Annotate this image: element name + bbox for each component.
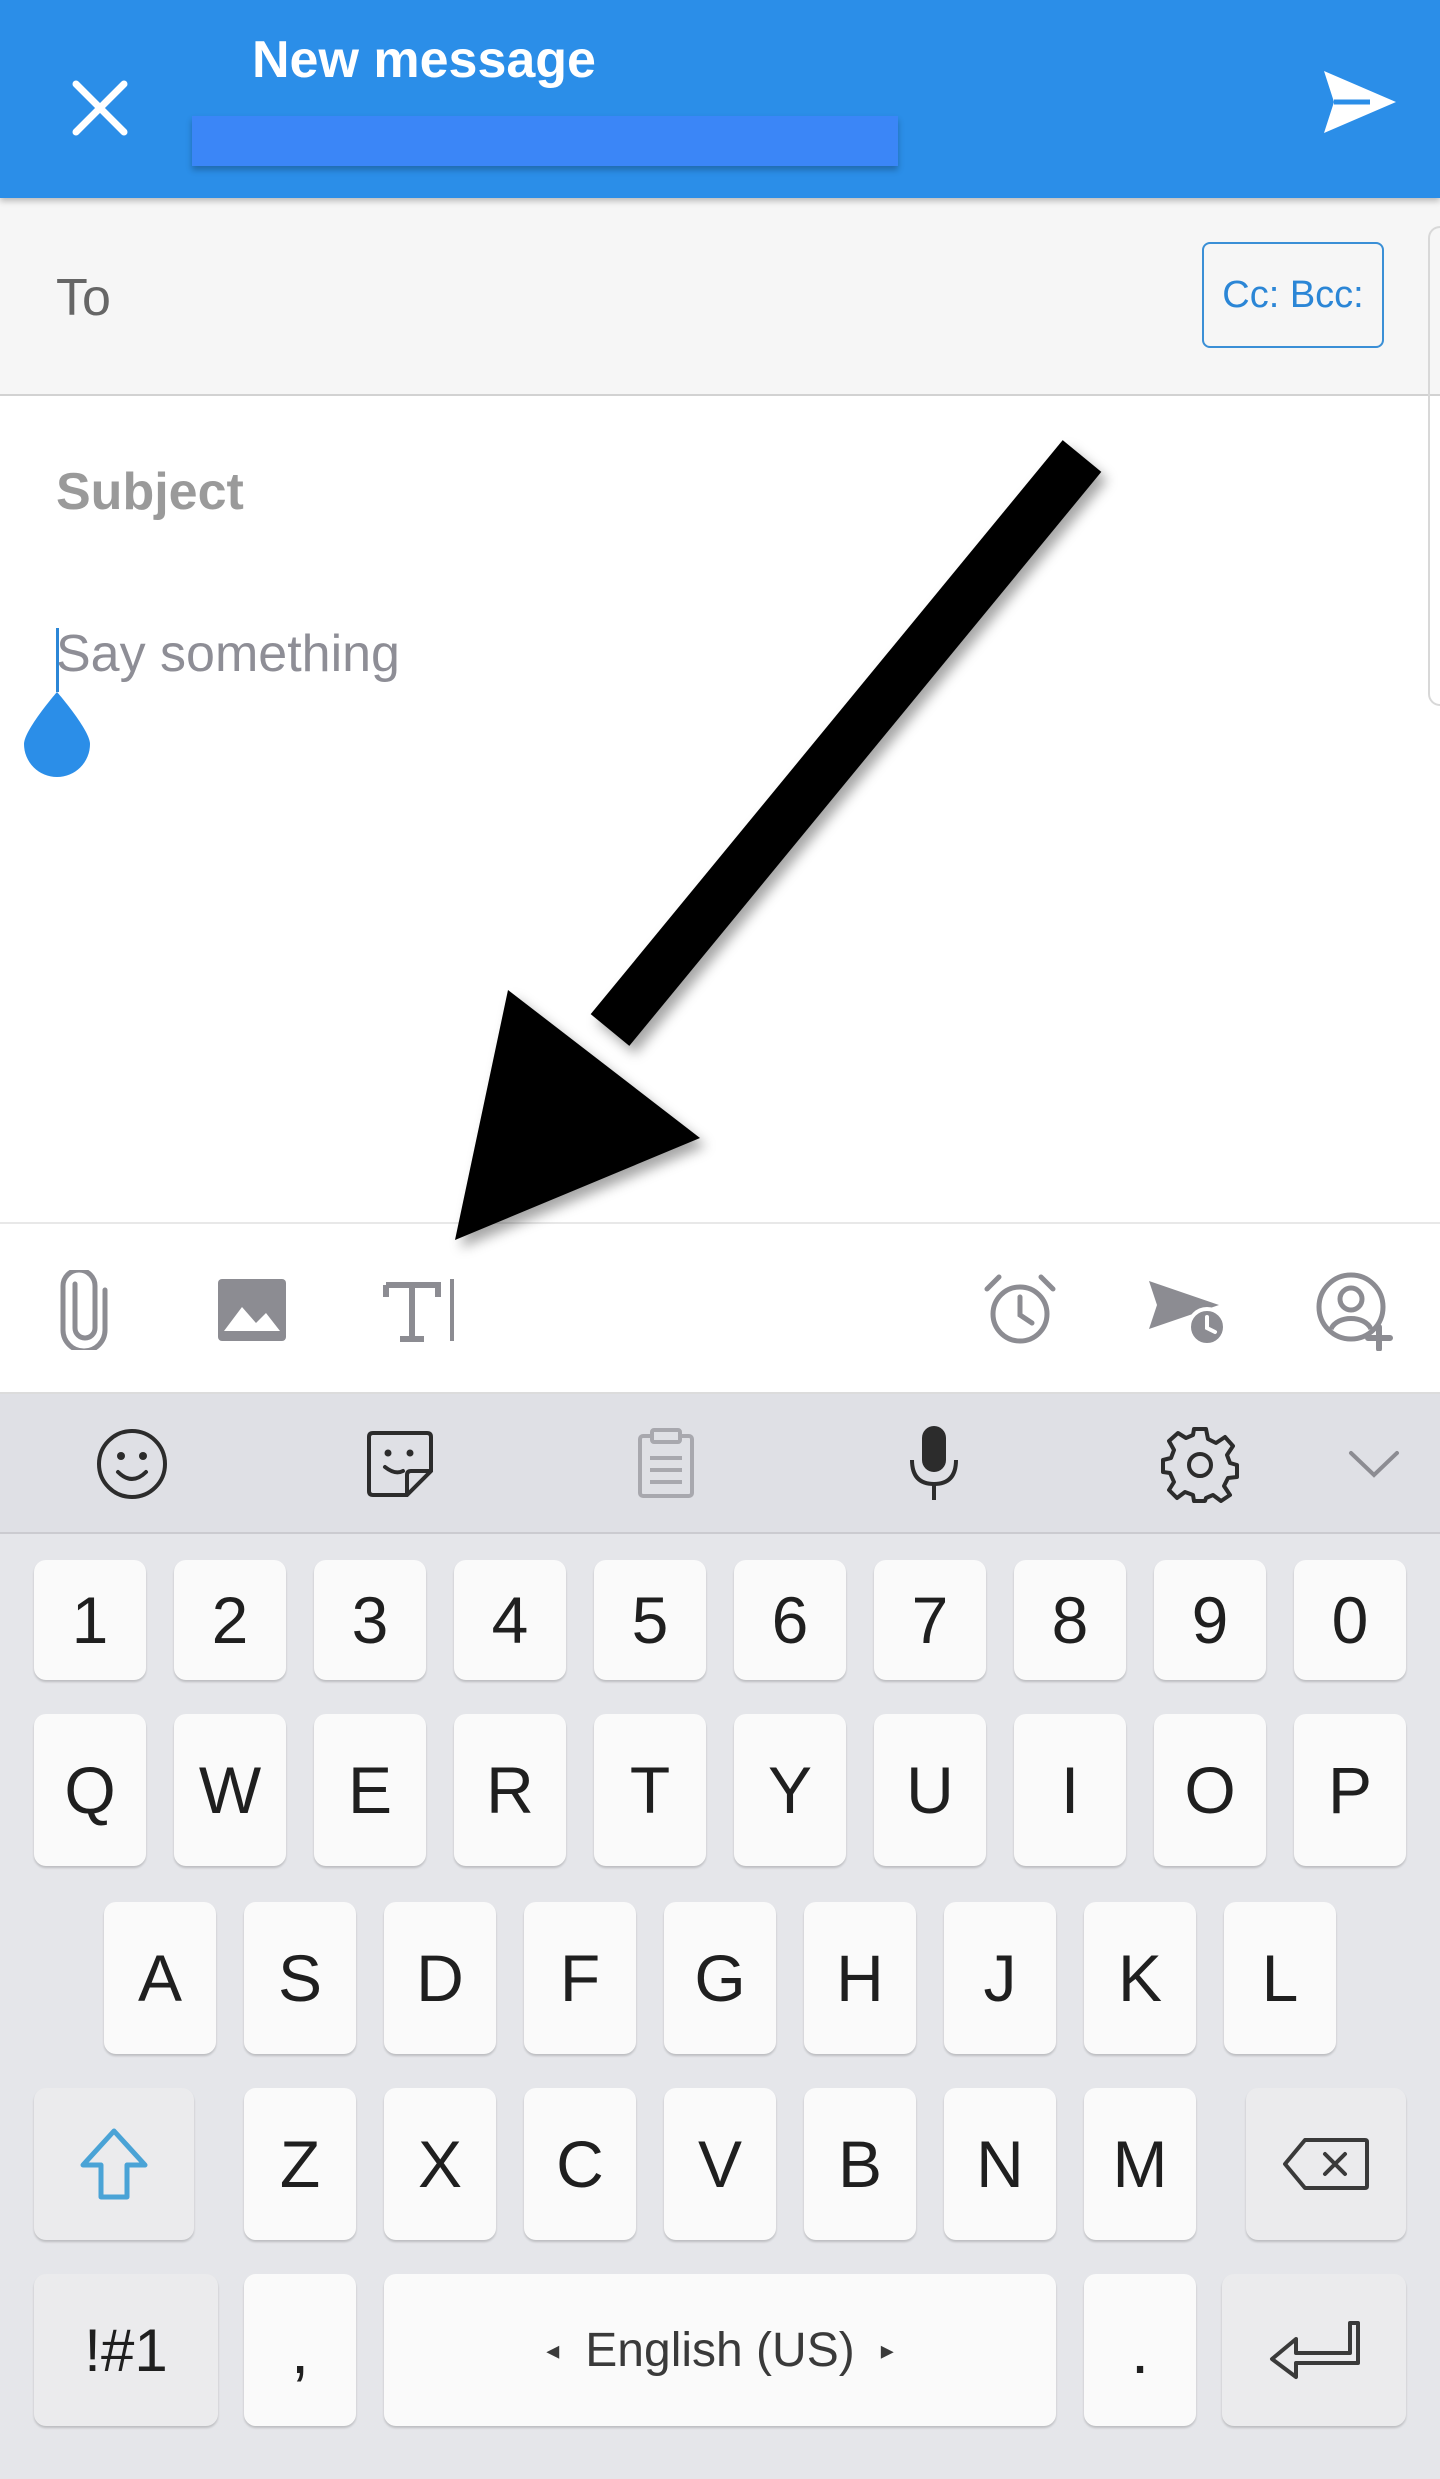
language-right-icon: ▸	[880, 2334, 894, 2365]
key-j[interactable]: J	[944, 1902, 1056, 2054]
paperclip-icon	[60, 1270, 108, 1350]
language-left-icon: ◂	[546, 2334, 560, 2365]
hide-keyboard-button[interactable]	[1314, 1408, 1434, 1520]
insert-image-button[interactable]	[188, 1246, 316, 1374]
comma-key[interactable]: ,	[244, 2274, 356, 2426]
microphone-icon	[910, 1426, 958, 1500]
key-v[interactable]: V	[664, 2088, 776, 2240]
to-label: To	[56, 269, 111, 327]
key-t[interactable]: T	[594, 1714, 706, 1866]
symbols-key[interactable]: !#1	[34, 2274, 218, 2426]
key-n[interactable]: N	[944, 2088, 1056, 2240]
key-0[interactable]: 0	[1294, 1560, 1406, 1680]
key-i[interactable]: I	[1014, 1714, 1126, 1866]
close-icon	[72, 80, 128, 136]
text-format-button[interactable]	[356, 1246, 484, 1374]
shift-arrow-icon	[80, 2128, 148, 2200]
key-2[interactable]: 2	[174, 1560, 286, 1680]
key-4[interactable]: 4	[454, 1560, 566, 1680]
compose-toolbar	[0, 1222, 1440, 1394]
clipboard-icon	[638, 1428, 694, 1498]
shift-key[interactable]	[34, 2088, 194, 2240]
image-icon	[218, 1279, 286, 1341]
redacted-account-bar	[192, 116, 898, 166]
key-s[interactable]: S	[244, 1902, 356, 2054]
gear-icon	[1161, 1427, 1239, 1503]
reminder-button[interactable]	[956, 1246, 1084, 1374]
keyboard-settings-button[interactable]	[1140, 1408, 1260, 1520]
key-5[interactable]: 5	[594, 1560, 706, 1680]
sticker-icon	[367, 1431, 433, 1497]
key-g[interactable]: G	[664, 1902, 776, 2054]
key-m[interactable]: M	[1084, 2088, 1196, 2240]
enter-key[interactable]	[1222, 2274, 1406, 2426]
key-d[interactable]: D	[384, 1902, 496, 2054]
key-e[interactable]: E	[314, 1714, 426, 1866]
add-contact-button[interactable]	[1292, 1246, 1420, 1374]
sticker-button[interactable]	[340, 1408, 460, 1520]
key-8[interactable]: 8	[1014, 1560, 1126, 1680]
key-q[interactable]: Q	[34, 1714, 146, 1866]
key-6[interactable]: 6	[734, 1560, 846, 1680]
key-x[interactable]: X	[384, 2088, 496, 2240]
scheduled-send-button[interactable]	[1124, 1246, 1252, 1374]
close-button[interactable]	[48, 56, 152, 160]
key-9[interactable]: 9	[1154, 1560, 1266, 1680]
backspace-icon	[1283, 2138, 1369, 2190]
keyboard-toolbar	[0, 1394, 1440, 1534]
to-field-row[interactable]: To Cc: Bcc:	[0, 198, 1440, 396]
enter-icon	[1270, 2321, 1360, 2379]
key-3[interactable]: 3	[314, 1560, 426, 1680]
key-b[interactable]: B	[804, 2088, 916, 2240]
key-a[interactable]: A	[104, 1902, 216, 2054]
voice-input-button[interactable]	[874, 1408, 994, 1520]
text-cursor	[56, 628, 59, 692]
key-c[interactable]: C	[524, 2088, 636, 2240]
key-1[interactable]: 1	[34, 1560, 146, 1680]
key-p[interactable]: P	[1294, 1714, 1406, 1866]
page-title: New message	[252, 31, 596, 89]
space-language-label: English (US)	[585, 2323, 855, 2377]
backspace-key[interactable]	[1246, 2088, 1406, 2240]
scroll-edge	[1428, 226, 1440, 706]
alarm-clock-icon	[984, 1274, 1056, 1344]
key-o[interactable]: O	[1154, 1714, 1266, 1866]
app-header: New message	[0, 0, 1440, 198]
key-w[interactable]: W	[174, 1714, 286, 1866]
key-h[interactable]: H	[804, 1902, 916, 2054]
key-u[interactable]: U	[874, 1714, 986, 1866]
send-button[interactable]	[1300, 50, 1420, 154]
key-r[interactable]: R	[454, 1714, 566, 1866]
attach-button[interactable]	[20, 1246, 148, 1374]
key-y[interactable]: Y	[734, 1714, 846, 1866]
text-format-icon	[383, 1279, 454, 1342]
key-z[interactable]: Z	[244, 2088, 356, 2240]
send-icon	[1324, 71, 1396, 133]
scheduled-send-icon	[1149, 1281, 1227, 1347]
period-key[interactable]: .	[1084, 2274, 1196, 2426]
cc-bcc-button[interactable]: Cc: Bcc:	[1202, 242, 1384, 348]
on-screen-keyboard: 1 2 3 4 5 6 7 8 9 0 Q W E R T Y U I O P …	[0, 1394, 1440, 2479]
message-body-input[interactable]: Say something	[56, 624, 1356, 696]
clipboard-button[interactable]	[606, 1408, 726, 1520]
subject-input[interactable]: Subject	[56, 462, 1356, 532]
key-k[interactable]: K	[1084, 1902, 1196, 2054]
key-f[interactable]: F	[524, 1902, 636, 2054]
space-key[interactable]: ◂ English (US) ▸	[384, 2274, 1056, 2426]
add-contact-icon	[1316, 1272, 1393, 1351]
emoji-icon	[97, 1429, 167, 1499]
key-7[interactable]: 7	[874, 1560, 986, 1680]
key-l[interactable]: L	[1224, 1902, 1336, 2054]
cursor-handle[interactable]	[20, 690, 94, 778]
emoji-button[interactable]	[72, 1408, 192, 1520]
chevron-down-icon	[1349, 1451, 1399, 1478]
